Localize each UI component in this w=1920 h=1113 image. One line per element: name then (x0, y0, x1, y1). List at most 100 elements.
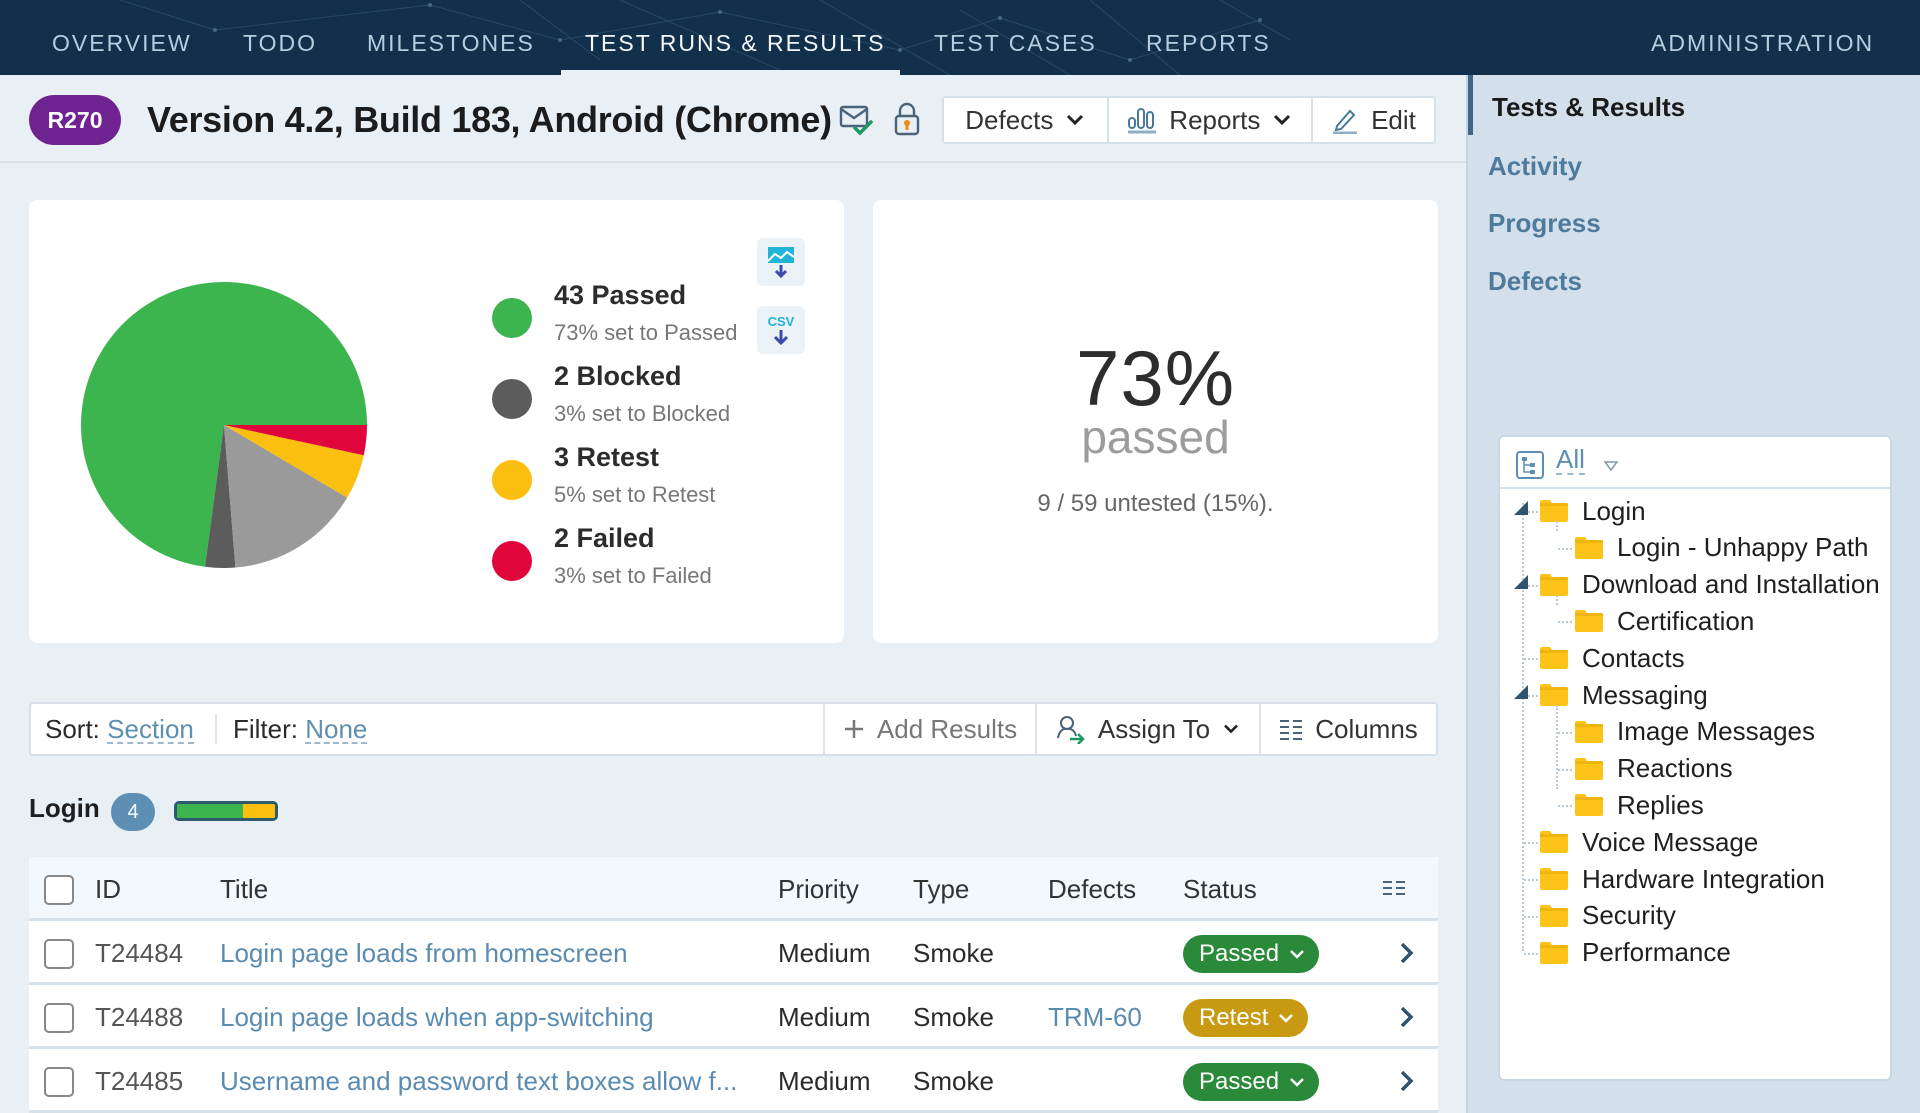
tree-node[interactable]: Replies (1575, 787, 1704, 823)
column-header-priority[interactable]: Priority (778, 857, 859, 921)
tree-expand-toggle-icon[interactable] (1514, 574, 1528, 589)
test-title-link[interactable]: Username and password text boxes allow f… (220, 1066, 737, 1096)
column-header-defects[interactable]: Defects (1048, 857, 1136, 921)
tree-node-label: Messaging (1582, 679, 1708, 710)
row-checkbox[interactable] (44, 939, 74, 969)
legend-title: 43 Passed (554, 280, 687, 310)
select-all-checkbox[interactable] (44, 875, 74, 905)
tree-expand-toggle-icon[interactable] (1514, 685, 1528, 699)
table-row[interactable]: T24485 Username and password text boxes … (29, 1049, 1438, 1113)
sidebar-item-defects[interactable]: Defects (1488, 266, 1582, 297)
tree-node-label: Performance (1582, 937, 1731, 968)
sidebar-item-activity[interactable]: Activity (1488, 151, 1582, 182)
tree-node[interactable]: Certification (1575, 603, 1754, 639)
test-defect-link[interactable]: TRM-60 (1048, 985, 1142, 1049)
status-chart-card: 43 Passed 73% set to Passed 2 Blocked 3%… (29, 200, 844, 643)
tree-node[interactable]: Image Messages (1575, 714, 1815, 750)
defects-dropdown-button[interactable]: Defects (944, 98, 1109, 142)
plus-icon (844, 720, 863, 738)
section-tree-panel: All Login Login - Unhappy Path Download an… (1498, 435, 1892, 1081)
tree-node[interactable]: Messaging (1540, 677, 1708, 713)
sidebar-item-progress[interactable]: Progress (1488, 208, 1601, 239)
tree-node[interactable]: Login - Unhappy Path (1575, 530, 1869, 566)
nav-tab-overview[interactable]: OVERVIEW (52, 0, 192, 75)
status-label: Passed (1199, 1068, 1280, 1095)
status-dropdown[interactable]: Passed (1183, 1063, 1320, 1101)
chevron-right-icon[interactable] (1397, 1069, 1417, 1093)
tree-node[interactable]: Reactions (1575, 751, 1733, 787)
nav-tab-todo[interactable]: TODO (243, 0, 317, 75)
chevron-down-icon (1290, 950, 1304, 959)
status-dropdown[interactable]: Retest (1183, 999, 1309, 1037)
tree-node-label: Replies (1617, 789, 1704, 820)
reports-dropdown-button[interactable]: Reports (1109, 98, 1313, 142)
header-button-group: Defects Reports Edit (942, 96, 1436, 144)
download-arrow-icon (773, 330, 789, 345)
tree-node[interactable]: Download and Installation (1540, 567, 1880, 603)
tree-node[interactable]: Contacts (1540, 640, 1685, 676)
table-row[interactable]: T24484 Login page loads from homescreen … (29, 921, 1438, 985)
column-header-type[interactable]: Type (913, 857, 969, 921)
folder-icon (1540, 868, 1568, 890)
tree-node[interactable]: Security (1540, 898, 1676, 934)
folder-icon (1540, 500, 1568, 522)
sort-value-link[interactable]: Section (107, 716, 194, 744)
tree-node-label: Login - Unhappy Path (1617, 532, 1869, 563)
status-dropdown[interactable]: Passed (1183, 935, 1320, 973)
section-count-badge: 4 (111, 793, 155, 831)
tree-child-guide-line (1556, 705, 1558, 789)
tree-node-label: Certification (1617, 605, 1755, 636)
sidebar-item-tests-results[interactable]: Tests & Results (1492, 92, 1685, 123)
nav-tab-milestones[interactable]: MILESTONES (367, 0, 535, 75)
nav-tab-test-runs-results[interactable]: TEST RUNS & RESULTS (585, 0, 885, 75)
legend-dot-retest (492, 460, 532, 500)
column-settings-icon[interactable] (1382, 879, 1406, 899)
nav-tab-test-cases[interactable]: TEST CASES (934, 0, 1097, 75)
pencil-icon (1333, 109, 1358, 134)
folder-icon (1575, 794, 1603, 817)
export-image-button[interactable] (757, 238, 805, 286)
test-title-link[interactable]: Login page loads from homescreen (220, 938, 628, 968)
status-pie-chart (80, 282, 368, 568)
tree-filter-dropdown[interactable]: All (1556, 445, 1585, 475)
pass-label: passed (1081, 411, 1230, 463)
reports-button-label: Reports (1169, 104, 1261, 135)
assign-to-dropdown[interactable]: Assign To (1035, 704, 1259, 754)
nav-tab-administration[interactable]: ADMINISTRATION (1651, 0, 1874, 75)
chevron-down-icon (1290, 1078, 1304, 1087)
tree-branch-line (1558, 731, 1572, 734)
row-checkbox[interactable] (44, 1003, 74, 1033)
chevron-right-icon[interactable] (1397, 941, 1417, 965)
table-row[interactable]: T24488 Login page loads when app-switchi… (29, 985, 1438, 1049)
edit-button[interactable]: Edit (1313, 98, 1434, 142)
filter-value-link[interactable]: None (305, 716, 368, 744)
columns-button[interactable]: Columns (1259, 704, 1436, 754)
triangle-down-icon[interactable] (1604, 461, 1618, 471)
column-header-status[interactable]: Status (1183, 857, 1257, 921)
nav-tab-reports[interactable]: REPORTS (1146, 0, 1271, 75)
tree-branch-line (1558, 768, 1572, 771)
chevron-down-icon (1274, 114, 1291, 126)
test-id: T24485 (95, 1066, 184, 1096)
tree-node[interactable]: Voice Message (1540, 824, 1758, 860)
row-checkbox[interactable] (44, 1067, 74, 1097)
tree-node[interactable]: Performance (1540, 935, 1731, 971)
column-header-id[interactable]: ID (95, 857, 121, 921)
test-title-link[interactable]: Login page loads when app-switching (220, 1002, 654, 1032)
test-priority: Medium (778, 1002, 871, 1032)
column-header-title[interactable]: Title (220, 857, 268, 921)
tree-view-icon (1516, 451, 1544, 479)
chevron-right-icon[interactable] (1397, 1005, 1417, 1029)
tree-node[interactable]: Hardware Integration (1540, 861, 1825, 897)
progress-passed-segment (177, 804, 243, 818)
folder-icon (1575, 720, 1603, 743)
tree-expand-toggle-icon[interactable] (1514, 501, 1528, 515)
export-csv-button[interactable]: CSV (757, 306, 805, 354)
add-results-button[interactable]: Add Results (823, 704, 1035, 754)
folder-icon (1540, 831, 1568, 854)
status-label: Passed (1199, 940, 1280, 967)
lock-icon[interactable] (889, 101, 925, 137)
tree-node-label: Contacts (1582, 642, 1685, 673)
email-check-icon[interactable] (838, 101, 874, 137)
tree-node-label: Image Messages (1617, 716, 1815, 747)
